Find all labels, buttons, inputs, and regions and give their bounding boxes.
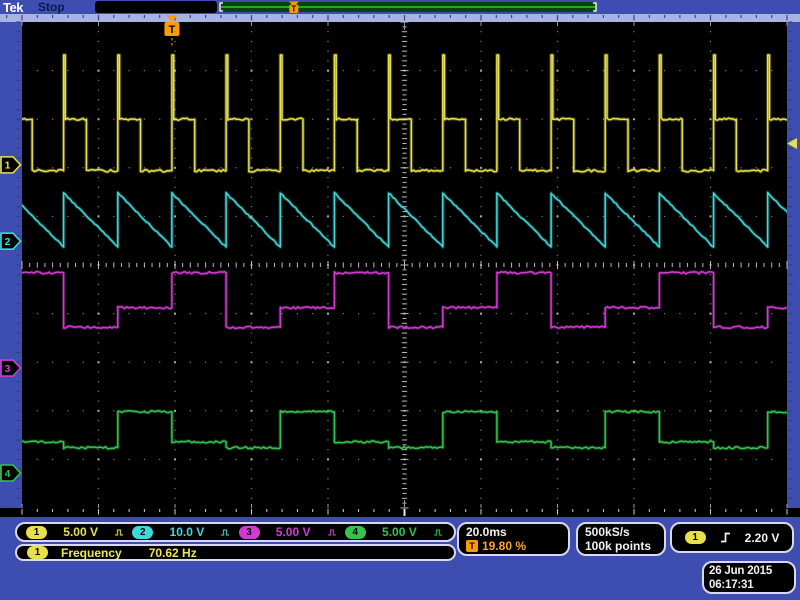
ch3-probe-icon — [327, 528, 339, 537]
trigger-readout: 1 2.20 V — [670, 522, 794, 553]
measurement-label: Frequency — [61, 546, 122, 560]
tek-logo: Tek — [3, 0, 23, 15]
ch1-readout: 1 5.00 V — [23, 525, 129, 539]
ch1-position-marker: 1 — [1, 157, 21, 173]
oscilloscope-display: T T 1 2 3 4 Tek Stop 1 5.00 V 2 10.0 V 3 5.00… — [0, 0, 800, 600]
acquisition-readout: 500kS/s 100k points — [576, 522, 666, 556]
measurement-readout: 1 Frequency 70.62 Hz — [15, 544, 456, 561]
record-view-bar — [219, 2, 597, 12]
trigger-level-arrow — [787, 138, 797, 149]
ch4-readout: 4 5.00 V — [342, 525, 448, 539]
ch4-scale: 5.00 V — [382, 525, 417, 539]
measurement-value: 70.62 Hz — [149, 546, 197, 560]
measurement-source-badge: 1 — [27, 546, 48, 559]
trigger-source-badge: 1 — [685, 531, 706, 544]
ch2-probe-icon — [220, 528, 232, 537]
ch2-readout: 2 10.0 V — [129, 525, 235, 539]
ch1-probe-icon — [114, 528, 126, 537]
ch4-badge: 4 — [345, 526, 366, 539]
ch2-badge: 2 — [132, 526, 153, 539]
timebase-readout: 20.0ms T 19.80 % — [457, 522, 570, 556]
ch3-badge: 3 — [239, 526, 260, 539]
svg-text:2: 2 — [5, 236, 11, 248]
svg-text:T: T — [291, 5, 296, 14]
acquisition-info-box — [95, 1, 217, 13]
ch3-scale: 5.00 V — [276, 525, 311, 539]
ch2-scale: 10.0 V — [170, 525, 205, 539]
svg-text:1: 1 — [5, 160, 11, 172]
ch1-badge: 1 — [26, 526, 47, 539]
ch1-scale: 5.00 V — [63, 525, 98, 539]
rising-edge-icon — [719, 531, 732, 544]
ch4-probe-icon — [433, 528, 445, 537]
trigger-position-icon: T — [466, 540, 478, 552]
channel-readout-bar: 1 5.00 V 2 10.0 V 3 5.00 V 4 5.00 V — [15, 522, 456, 542]
ch3-readout: 3 5.00 V — [236, 525, 342, 539]
datetime-readout: 26 Jun 2015 06:17:31 — [702, 561, 796, 594]
scope-graphics: T T 1 2 3 4 — [0, 0, 800, 600]
svg-text:4: 4 — [5, 468, 11, 480]
record-length: 100k points — [585, 540, 651, 553]
timebase-scale: 20.0ms — [466, 526, 507, 539]
acquisition-status: Stop — [38, 0, 65, 14]
trigger-level: 2.20 V — [745, 531, 780, 545]
sample-rate: 500kS/s — [585, 526, 630, 539]
svg-text:3: 3 — [5, 363, 11, 375]
date-value: 26 Jun 2015 — [709, 564, 772, 578]
time-value: 06:17:31 — [709, 578, 753, 592]
trigger-position-percent: 19.80 % — [482, 540, 526, 553]
